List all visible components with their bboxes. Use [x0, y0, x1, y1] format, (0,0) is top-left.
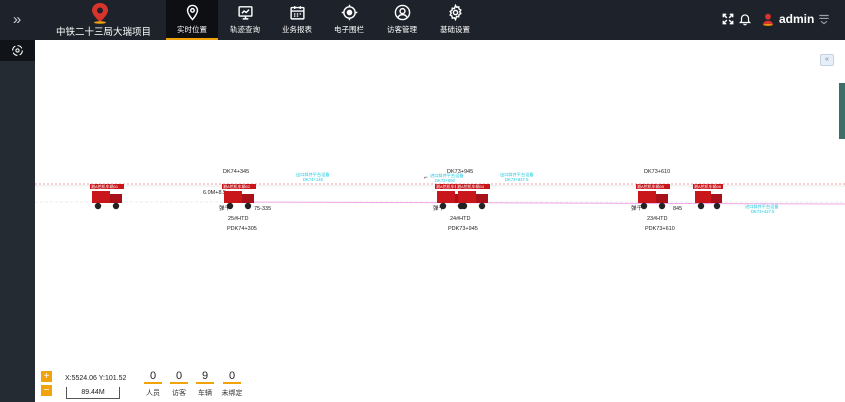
marker-icon: ⌐: [424, 175, 428, 181]
stat-value: 0: [170, 370, 188, 384]
visitor-user-icon: [394, 4, 410, 21]
nav-tab-label: 实时位置: [177, 25, 207, 34]
nav-tab-track-query[interactable]: 轨迹查询: [219, 0, 271, 40]
stat-value: 0: [223, 370, 241, 384]
calendar-report-icon: [289, 6, 305, 20]
expand-sidebar-icon[interactable]: »: [8, 11, 26, 29]
nav-tab-basic-settings[interactable]: 基础设置: [429, 0, 481, 40]
mileage-bottom-label: 24#HTD: [450, 216, 471, 222]
sidebar-tool-button[interactable]: [0, 40, 35, 61]
nav-tab-business-report[interactable]: 业务报表: [271, 0, 323, 40]
nav-tab-label: 基础设置: [440, 25, 470, 34]
nav-tab-visitor-management[interactable]: 访客管理: [376, 0, 428, 40]
equipment-mileage-label: DK73+890: [435, 178, 456, 183]
vehicle-label: 湘A挖机车辆02: [223, 183, 251, 189]
vehicle-label: 湘A挖机车辆06: [694, 183, 722, 189]
collapse-panel-button[interactable]: «: [820, 54, 834, 66]
nav-tab-label: 电子围栏: [334, 25, 364, 34]
mileage-bottom-label: 25#HTD: [228, 216, 249, 222]
nav-tab-label: 轨迹查询: [230, 25, 260, 34]
cursor-coordinates: X:5524.06 Y:101.52: [65, 375, 127, 382]
mileage-side-label: 845: [673, 206, 682, 212]
nav-tab-electronic-fence[interactable]: 电子围栏: [323, 0, 375, 40]
location-pin-icon: [186, 4, 198, 21]
vehicle-marker[interactable]: 湘A挖机车辆06: [693, 183, 723, 210]
left-sidebar: [0, 40, 35, 402]
mileage-prefix-label: 弹千: [631, 204, 643, 212]
gear-icon: [448, 4, 462, 21]
zoom-in-button[interactable]: +: [41, 371, 52, 382]
top-navigation-bar: » 中铁二十三局大瑞项目 实时位置 轨迹查询 业务报表 电子围栏 访客管理 基础…: [0, 0, 845, 40]
tunnel-map-layer[interactable]: DK74+345 6.0M+8.5 弹千 75-335 25#HTD PDK74…: [35, 40, 845, 402]
stat-value: 0: [144, 370, 162, 384]
user-avatar-icon[interactable]: [761, 12, 775, 26]
app-logo: 中铁二十三局大瑞项目: [56, 2, 152, 38]
map-canvas[interactable]: DK74+345 6.0M+8.5 弹千 75-335 25#HTD PDK74…: [35, 40, 845, 402]
equipment-mileage-label: DK73+947.5: [505, 177, 529, 182]
mileage-bottom-label: PDK73+945: [448, 226, 478, 232]
equipment-mileage-label: DK73+427.5: [751, 209, 775, 214]
stat-value: 9: [196, 370, 214, 384]
nav-tab-label: 业务报表: [282, 25, 312, 34]
mileage-top-label: DK73+610: [644, 169, 670, 175]
vehicle-marker[interactable]: 湘A挖机车辆02: [222, 183, 256, 210]
nav-tab-label: 访客管理: [387, 25, 417, 34]
vehicle-label: 湘A挖机车辆05: [637, 183, 665, 189]
fence-target-icon: [341, 4, 357, 21]
vehicle-label: 湘A挖机车辆04: [457, 183, 485, 189]
zoom-out-button[interactable]: −: [41, 385, 52, 396]
monitor-track-icon: [237, 6, 253, 20]
menu-dropdown-icon[interactable]: [817, 12, 831, 26]
stat-vehicles[interactable]: 9 车辆: [196, 370, 214, 398]
vehicle-marker[interactable]: 湘A挖机车辆04: [456, 183, 490, 210]
vehicle-marker[interactable]: 湘A挖机车辆01: [90, 183, 124, 210]
vehicle-marker[interactable]: 湘A挖机车辆05: [636, 183, 670, 210]
mileage-mid-label: 6.0M+8.5: [203, 190, 226, 196]
side-panel-tab[interactable]: [839, 83, 845, 139]
mileage-bottom-label: PDK74+305: [227, 226, 257, 232]
mileage-top-label: DK74+345: [223, 169, 249, 175]
mileage-bottom-label: 23#HTD: [647, 216, 668, 222]
equipment-mileage-label: DK74+145: [303, 177, 324, 182]
stat-visitors[interactable]: 0 访客: [170, 370, 188, 398]
map-scale-bar: 89.44M: [66, 387, 120, 399]
vehicle-label: 湘A挖机车辆01: [91, 183, 119, 189]
fullscreen-icon[interactable]: [721, 12, 735, 26]
nav-tab-realtime-location[interactable]: 实时位置: [166, 0, 218, 40]
mileage-bottom-label: PDK73+610: [645, 226, 675, 232]
sync-icon: [12, 45, 23, 56]
mileage-side-label: 75-335: [254, 206, 271, 212]
stat-unbound[interactable]: 0 未绑定: [222, 370, 243, 398]
app-title: 中铁二十三局大瑞项目: [56, 27, 152, 38]
stat-personnel[interactable]: 0 人员: [144, 370, 162, 398]
bell-notification-icon[interactable]: [738, 12, 752, 26]
logo-pin-icon: [92, 3, 108, 24]
stat-label: 未绑定: [221, 390, 243, 397]
user-name[interactable]: admin: [779, 12, 814, 26]
